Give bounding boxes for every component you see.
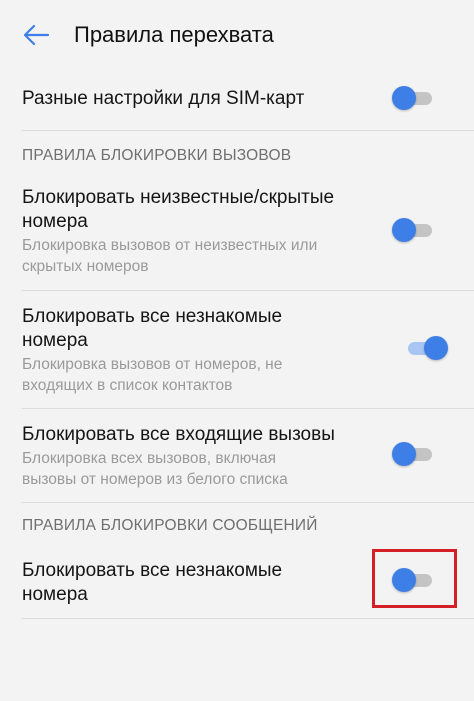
setting-title: Блокировать все входящие вызовы [22,424,335,445]
section-header-message-rules: ПРАВИЛА БЛОКИРОВКИ СООБЩЕНИЙ [22,517,318,534]
block-all-incoming-toggle[interactable] [392,442,438,466]
setting-row-block-all-strangers-calls[interactable]: Блокировать все незнакомые номера Блокир… [0,291,474,408]
block-unknown-hidden-toggle[interactable] [392,218,438,242]
divider [22,618,474,619]
back-button[interactable] [20,20,52,50]
block-all-strangers-calls-toggle[interactable] [402,336,448,360]
toggle-knob [392,218,416,242]
dual-sim-toggle[interactable] [392,86,438,110]
app-bar: Правила перехвата [0,0,474,68]
toggle-knob [392,442,416,466]
setting-description: Блокировка вызовов от неизвестных или ск… [22,237,318,275]
toggle-knob [424,336,448,360]
setting-row-dual-sim[interactable]: Разные настройки для SIM-карт [0,68,474,130]
setting-title: Блокировать все незнакомые номера [22,306,283,351]
setting-description: Блокировка вызовов от номеров, не входящ… [22,356,283,394]
page-title: Правила перехвата [74,22,274,47]
setting-row-block-all-incoming[interactable]: Блокировать все входящие вызовы Блокиров… [0,409,474,502]
setting-title: Блокировать все незнакомые номера [22,560,283,605]
setting-row-block-unknown-hidden[interactable]: Блокировать неизвестные/скрытые номера Б… [0,172,474,290]
setting-title: Разные настройки для SIM-карт [22,88,305,109]
setting-title: Блокировать неизвестные/скрытые номера [22,187,335,232]
arrow-left-icon [23,24,50,46]
highlight-box [372,549,457,608]
divider [22,130,474,131]
setting-description: Блокировка всех вызовов, включая вызовы … [22,450,288,488]
toggle-knob [392,86,416,110]
section-header-call-rules: ПРАВИЛА БЛОКИРОВКИ ВЫЗОВОВ [22,147,292,164]
divider [22,502,474,503]
